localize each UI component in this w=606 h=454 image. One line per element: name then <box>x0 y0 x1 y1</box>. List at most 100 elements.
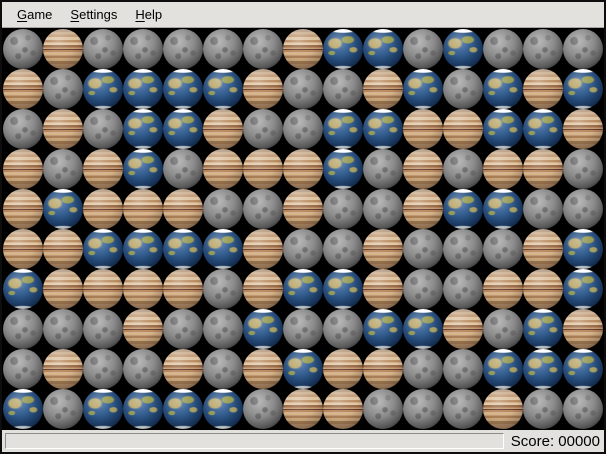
ball-moon[interactable] <box>323 229 363 269</box>
ball-moon[interactable] <box>443 389 483 429</box>
ball-earth[interactable] <box>323 149 363 189</box>
ball-moon[interactable] <box>403 269 443 309</box>
ball-earth[interactable] <box>123 69 163 109</box>
ball-earth[interactable] <box>163 109 203 149</box>
ball-earth[interactable] <box>43 189 83 229</box>
ball-jupiter[interactable] <box>43 229 83 269</box>
ball-earth[interactable] <box>3 269 43 309</box>
ball-jupiter[interactable] <box>3 69 43 109</box>
ball-earth[interactable] <box>203 229 243 269</box>
ball-jupiter[interactable] <box>483 269 523 309</box>
ball-moon[interactable] <box>163 29 203 69</box>
menu-help[interactable]: Help <box>126 4 171 25</box>
ball-earth[interactable] <box>323 29 363 69</box>
ball-earth[interactable] <box>283 269 323 309</box>
ball-jupiter[interactable] <box>443 109 483 149</box>
ball-jupiter[interactable] <box>403 109 443 149</box>
ball-earth[interactable] <box>523 349 563 389</box>
ball-earth[interactable] <box>123 229 163 269</box>
ball-moon[interactable] <box>443 269 483 309</box>
ball-earth[interactable] <box>483 109 523 149</box>
ball-jupiter[interactable] <box>363 349 403 389</box>
ball-moon[interactable] <box>43 389 83 429</box>
ball-earth[interactable] <box>523 309 563 349</box>
ball-moon[interactable] <box>403 29 443 69</box>
ball-jupiter[interactable] <box>483 389 523 429</box>
ball-moon[interactable] <box>483 309 523 349</box>
ball-jupiter[interactable] <box>83 269 123 309</box>
ball-earth[interactable] <box>363 109 403 149</box>
ball-earth[interactable] <box>443 189 483 229</box>
ball-moon[interactable] <box>523 29 563 69</box>
ball-moon[interactable] <box>283 309 323 349</box>
ball-earth[interactable] <box>163 389 203 429</box>
ball-moon[interactable] <box>83 309 123 349</box>
ball-moon[interactable] <box>203 309 243 349</box>
ball-jupiter[interactable] <box>163 269 203 309</box>
ball-jupiter[interactable] <box>403 189 443 229</box>
ball-moon[interactable] <box>203 269 243 309</box>
ball-earth[interactable] <box>563 229 603 269</box>
ball-jupiter[interactable] <box>3 149 43 189</box>
ball-jupiter[interactable] <box>563 109 603 149</box>
ball-moon[interactable] <box>83 109 123 149</box>
ball-jupiter[interactable] <box>363 269 403 309</box>
ball-jupiter[interactable] <box>3 229 43 269</box>
ball-earth[interactable] <box>123 389 163 429</box>
ball-jupiter[interactable] <box>123 269 163 309</box>
ball-moon[interactable] <box>3 29 43 69</box>
ball-jupiter[interactable] <box>563 309 603 349</box>
ball-jupiter[interactable] <box>523 69 563 109</box>
ball-moon[interactable] <box>363 149 403 189</box>
ball-jupiter[interactable] <box>83 189 123 229</box>
ball-earth[interactable] <box>563 69 603 109</box>
ball-jupiter[interactable] <box>523 149 563 189</box>
ball-moon[interactable] <box>243 389 283 429</box>
ball-jupiter[interactable] <box>283 189 323 229</box>
ball-moon[interactable] <box>123 349 163 389</box>
ball-earth[interactable] <box>123 149 163 189</box>
ball-moon[interactable] <box>43 149 83 189</box>
ball-moon[interactable] <box>43 309 83 349</box>
ball-earth[interactable] <box>203 69 243 109</box>
ball-jupiter[interactable] <box>123 309 163 349</box>
ball-moon[interactable] <box>403 229 443 269</box>
ball-earth[interactable] <box>363 309 403 349</box>
ball-jupiter[interactable] <box>363 69 403 109</box>
ball-earth[interactable] <box>323 109 363 149</box>
ball-jupiter[interactable] <box>43 269 83 309</box>
ball-jupiter[interactable] <box>243 69 283 109</box>
ball-moon[interactable] <box>3 309 43 349</box>
ball-jupiter[interactable] <box>523 269 563 309</box>
ball-earth[interactable] <box>483 349 523 389</box>
ball-earth[interactable] <box>363 29 403 69</box>
ball-earth[interactable] <box>123 109 163 149</box>
menu-settings[interactable]: Settings <box>61 4 126 25</box>
ball-moon[interactable] <box>283 69 323 109</box>
ball-jupiter[interactable] <box>483 149 523 189</box>
ball-jupiter[interactable] <box>43 109 83 149</box>
ball-earth[interactable] <box>83 229 123 269</box>
menu-game[interactable]: Game <box>8 4 61 25</box>
ball-moon[interactable] <box>203 349 243 389</box>
ball-moon[interactable] <box>563 189 603 229</box>
ball-jupiter[interactable] <box>163 189 203 229</box>
ball-jupiter[interactable] <box>243 269 283 309</box>
ball-moon[interactable] <box>523 189 563 229</box>
ball-jupiter[interactable] <box>363 229 403 269</box>
ball-jupiter[interactable] <box>123 189 163 229</box>
ball-moon[interactable] <box>323 69 363 109</box>
ball-jupiter[interactable] <box>43 349 83 389</box>
ball-moon[interactable] <box>563 29 603 69</box>
ball-jupiter[interactable] <box>283 29 323 69</box>
ball-earth[interactable] <box>83 69 123 109</box>
ball-moon[interactable] <box>43 69 83 109</box>
ball-jupiter[interactable] <box>403 149 443 189</box>
ball-moon[interactable] <box>323 309 363 349</box>
ball-moon[interactable] <box>483 29 523 69</box>
ball-moon[interactable] <box>363 389 403 429</box>
ball-moon[interactable] <box>483 229 523 269</box>
ball-moon[interactable] <box>83 349 123 389</box>
ball-earth[interactable] <box>203 389 243 429</box>
ball-earth[interactable] <box>243 309 283 349</box>
